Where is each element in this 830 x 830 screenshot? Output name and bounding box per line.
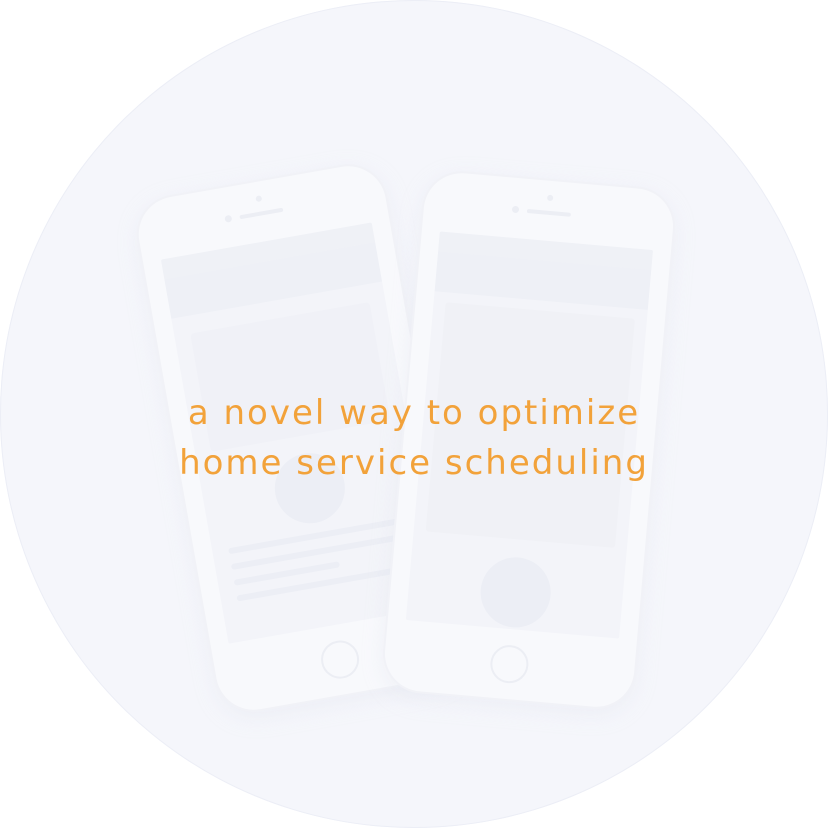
avatar (477, 554, 554, 631)
hero-tagline: a novel way to optimize home service sch… (0, 388, 828, 488)
phone-sensor (255, 195, 263, 203)
tagline-line-2: home service scheduling (179, 443, 649, 483)
hero-stage: a novel way to optimize home service sch… (0, 0, 830, 830)
phone-home-button (488, 643, 530, 685)
background-circle: a novel way to optimize home service sch… (0, 0, 828, 828)
phone-sensor (546, 194, 554, 202)
text-line-placeholder (457, 632, 566, 639)
phone-speaker (239, 207, 284, 220)
phone-camera (511, 205, 520, 214)
phone-home-button (318, 637, 363, 682)
phone-speaker (526, 208, 571, 217)
phone-camera (224, 214, 233, 223)
tagline-line-1: a novel way to optimize (187, 393, 641, 433)
